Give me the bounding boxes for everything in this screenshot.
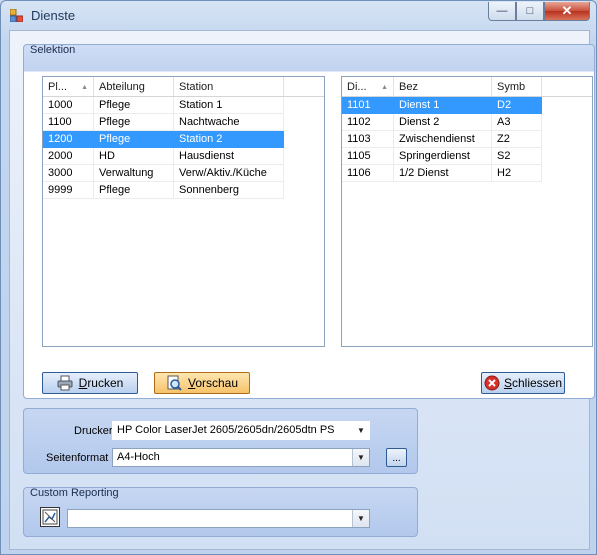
app-icon xyxy=(10,9,23,22)
list-cell: H2 xyxy=(492,165,542,182)
list-cell: Springerdienst xyxy=(394,148,492,165)
column-header-symb[interactable]: Symb xyxy=(492,77,542,96)
list-cell: Station 2 xyxy=(174,131,284,148)
list-cell: 1105 xyxy=(342,148,394,165)
list-cell: Sonnenberg xyxy=(174,182,284,199)
station-row[interactable]: 1100 Pflege Nachtwache xyxy=(43,114,324,131)
window-title: Dienste xyxy=(31,8,76,23)
drucker-select[interactable]: HP Color LaserJet 2605/2605dn/2605dtn PS… xyxy=(112,421,370,440)
list-cell: 1/2 Dienst xyxy=(394,165,492,182)
drucken-button[interactable]: Drucken xyxy=(42,372,138,394)
chevron-down-icon: ▼ xyxy=(352,510,369,527)
list-cell: HD xyxy=(94,148,174,165)
dienst-row[interactable]: 1103 Zwischendienst Z2 xyxy=(342,131,592,148)
custom-report-select[interactable]: ▼ xyxy=(67,509,370,528)
printer-settings-group: Drucker : HP Color LaserJet 2605/2605dn/… xyxy=(23,408,418,474)
window-controls: — □ ✕ xyxy=(488,2,590,21)
list-cell: 3000 xyxy=(43,165,94,182)
list-cell: 1101 xyxy=(342,97,394,114)
list-cell: S2 xyxy=(492,148,542,165)
close-circle-icon xyxy=(484,375,500,391)
seitenformat-select[interactable]: A4-Hoch ▼ xyxy=(112,448,370,467)
close-window-button[interactable]: ✕ xyxy=(544,2,590,21)
list-cell: 1102 xyxy=(342,114,394,131)
list-cell: 9999 xyxy=(43,182,94,199)
station-row[interactable]: 9999 Pflege Sonnenberg xyxy=(43,182,324,199)
list-cell: Z2 xyxy=(492,131,542,148)
list-cell: Pflege xyxy=(94,182,174,199)
station-row[interactable]: 2000 HD Hausdienst xyxy=(43,148,324,165)
list-cell: 1000 xyxy=(43,97,94,114)
selektion-caption: Selektion xyxy=(30,44,76,56)
list-cell: Station 1 xyxy=(174,97,284,114)
column-header-pl[interactable]: Pl... ▲ xyxy=(43,77,94,96)
sort-ascending-icon: ▲ xyxy=(381,84,388,91)
dienst-row[interactable]: 1102 Dienst 2 A3 xyxy=(342,114,592,131)
report-designer-button[interactable] xyxy=(40,507,60,527)
list-cell: 1103 xyxy=(342,131,394,148)
station-list-header: Pl... ▲ Abteilung Station xyxy=(43,77,324,97)
client-area: Selektion Pl... ▲ Abteilung Station 1000… xyxy=(9,30,595,550)
dienst-list-body: 1101 Dienst 1 D2 1102 Dienst 2 A3 1103 Zwischen… xyxy=(342,97,592,182)
minimize-button[interactable]: — xyxy=(488,2,516,21)
selektion-group: Selektion Pl... ▲ Abteilung Station 1000… xyxy=(23,44,595,399)
station-list[interactable]: Pl... ▲ Abteilung Station 1000 Pflege Stat… xyxy=(42,76,325,347)
list-cell: 1200 xyxy=(43,131,94,148)
title-bar[interactable]: Dienste — □ ✕ xyxy=(1,1,596,29)
dienst-row[interactable]: 1106 1/2 Dienst H2 xyxy=(342,165,592,182)
list-cell: D2 xyxy=(492,97,542,114)
list-cell: 1106 xyxy=(342,165,394,182)
close-icon: ✕ xyxy=(561,3,573,18)
seitenformat-label: Seitenformat : xyxy=(46,452,115,464)
seitenformat-options-button[interactable]: ... xyxy=(386,448,407,467)
dienst-list[interactable]: Di... ▲ Bez Symb 1101 Dienst 1 D2 1102 Diens… xyxy=(341,76,593,347)
list-cell: Verw/Aktiv./Küche xyxy=(174,165,284,182)
app-window: Dienste — □ ✕ Selektion Pl... ▲ Abteilun… xyxy=(0,0,597,555)
list-cell: 2000 xyxy=(43,148,94,165)
list-cell: Pflege xyxy=(94,114,174,131)
chevron-down-icon: ▼ xyxy=(352,449,369,466)
sort-ascending-icon: ▲ xyxy=(81,84,88,91)
list-cell: Hausdienst xyxy=(174,148,284,165)
station-row[interactable]: 1200 Pflege Station 2 xyxy=(43,131,324,148)
list-cell: 1100 xyxy=(43,114,94,131)
station-row[interactable]: 3000 Verwaltung Verw/Aktiv./Küche xyxy=(43,165,324,182)
dienst-row[interactable]: 1101 Dienst 1 D2 xyxy=(342,97,592,114)
custom-reporting-group: Custom Reporting ▼ xyxy=(23,487,418,537)
printer-icon xyxy=(57,375,73,391)
report-chart-icon xyxy=(42,509,58,525)
maximize-button[interactable]: □ xyxy=(516,2,544,21)
chevron-down-icon: ▼ xyxy=(357,426,365,435)
schliessen-button[interactable]: Schliessen xyxy=(481,372,565,394)
list-cell: A3 xyxy=(492,114,542,131)
list-cell: Pflege xyxy=(94,131,174,148)
list-cell: Verwaltung xyxy=(94,165,174,182)
dienst-list-header: Di... ▲ Bez Symb xyxy=(342,77,592,97)
list-cell: Dienst 1 xyxy=(394,97,492,114)
custom-reporting-caption: Custom Reporting xyxy=(30,487,119,499)
minimize-icon: — xyxy=(496,5,508,17)
list-cell: Dienst 2 xyxy=(394,114,492,131)
station-row[interactable]: 1000 Pflege Station 1 xyxy=(43,97,324,114)
maximize-icon: □ xyxy=(526,5,534,17)
vorschau-button[interactable]: Vorschau xyxy=(154,372,250,394)
column-header-abteilung[interactable]: Abteilung xyxy=(94,77,174,96)
station-list-body: 1000 Pflege Station 1 1100 Pflege Nachtwache 1… xyxy=(43,97,324,199)
list-cell: Zwischendienst xyxy=(394,131,492,148)
list-cell: Pflege xyxy=(94,97,174,114)
dienst-row[interactable]: 1105 Springerdienst S2 xyxy=(342,148,592,165)
column-header-station[interactable]: Station xyxy=(174,77,284,96)
preview-icon xyxy=(166,375,182,391)
list-cell: Nachtwache xyxy=(174,114,284,131)
column-header-bez[interactable]: Bez xyxy=(394,77,492,96)
column-header-di[interactable]: Di... ▲ xyxy=(342,77,394,96)
